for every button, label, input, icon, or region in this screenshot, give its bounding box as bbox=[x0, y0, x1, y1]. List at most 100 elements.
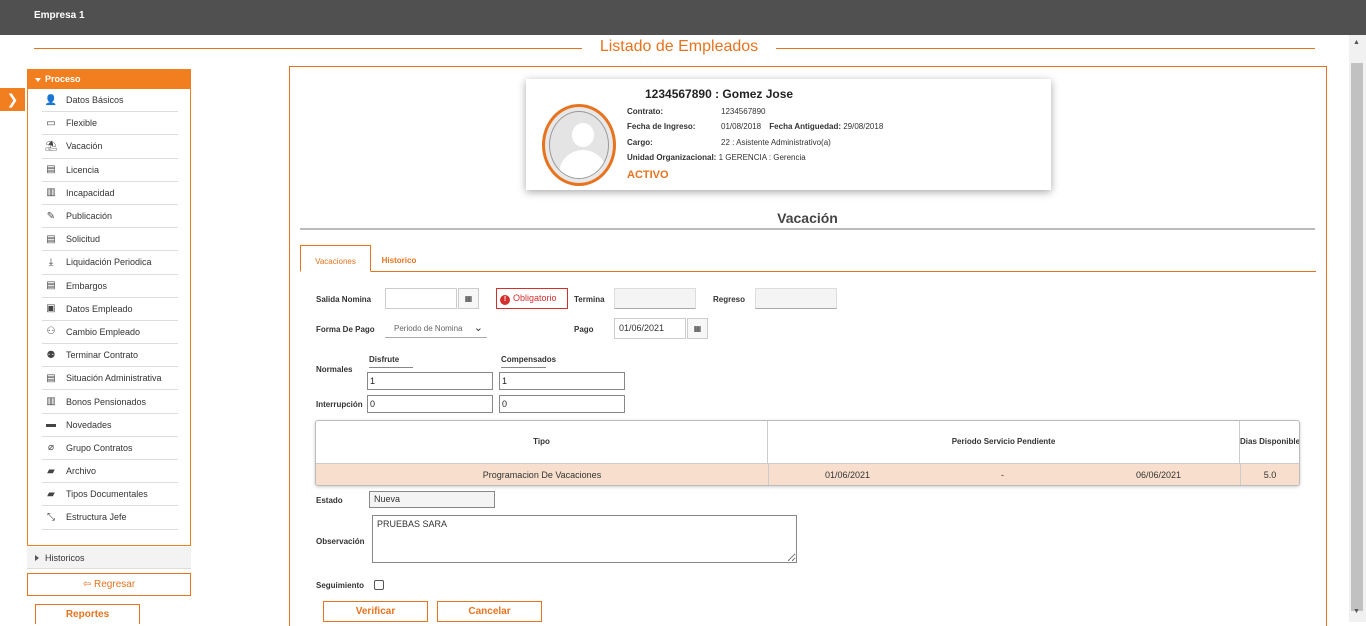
forma-pago-select[interactable]: Periodo de Nomina ⌄ bbox=[385, 319, 487, 338]
sidebar-item-label: Tipos Documentales bbox=[66, 489, 148, 500]
compress-icon: ⤡ bbox=[47, 511, 55, 523]
sidebar-item[interactable]: ▤ Licencia bbox=[42, 159, 178, 182]
scrollbar[interactable]: ▲ ▼ bbox=[1349, 35, 1366, 622]
company-name[interactable]: Empresa 1 bbox=[34, 10, 85, 21]
tab-vacaciones[interactable]: Vacaciones bbox=[300, 245, 371, 272]
heading-line-left bbox=[34, 48, 582, 49]
cancelar-button[interactable]: Cancelar bbox=[437, 601, 542, 622]
sidebar-item[interactable]: ⌀ Grupo Contratos bbox=[42, 437, 178, 460]
termina-label: Termina bbox=[574, 295, 605, 304]
regresar-button[interactable]: ⇦ Regresar bbox=[27, 573, 191, 596]
comment-icon: ▬ bbox=[46, 419, 56, 431]
antiguedad-label: Fecha Antiguedad: bbox=[769, 122, 841, 131]
grid-header-tipo: Tipo bbox=[316, 421, 768, 463]
sidebar-item-label: Datos Básicos bbox=[66, 95, 124, 106]
sidebar-item[interactable]: ▬ Novedades bbox=[42, 414, 178, 437]
pencil-icon: ✎ bbox=[46, 210, 56, 222]
list-icon: ▤ bbox=[46, 164, 56, 176]
sidebar-item-label: Bonos Pensionados bbox=[66, 396, 147, 407]
section-divider bbox=[300, 228, 1315, 230]
sidebar-item-label: Solicitud bbox=[66, 234, 101, 245]
avatar bbox=[542, 104, 616, 186]
normales-compensados-input[interactable]: 1 bbox=[499, 372, 625, 390]
alert-icon: ! bbox=[500, 295, 510, 305]
sidebar-item-label: Archivo bbox=[66, 466, 97, 477]
estado-field: Nueva bbox=[369, 491, 495, 508]
sidebar-toggle-button[interactable]: ❯ bbox=[0, 88, 25, 111]
salida-nomina-label: Salida Nomina bbox=[316, 295, 372, 304]
employee-card: 1234567890 : Gomez Jose Contrato: 1234567… bbox=[526, 79, 1051, 190]
scroll-up-icon[interactable]: ▲ bbox=[1353, 39, 1360, 46]
scrollbar-thumb[interactable] bbox=[1351, 63, 1363, 611]
interrupcion-disfrute-input[interactable]: 0 bbox=[367, 395, 493, 413]
normales-disfrute-input[interactable]: 1 bbox=[367, 372, 493, 390]
sidebar-item[interactable]: ✎ Publicación bbox=[42, 205, 178, 229]
normales-label: Normales bbox=[316, 365, 353, 374]
reportes-button[interactable]: Reportes bbox=[35, 604, 140, 624]
page-title: Listado de Empleados bbox=[599, 38, 759, 55]
avatar-placeholder-icon bbox=[549, 111, 609, 179]
sidebar-item[interactable]: ▭ Flexible bbox=[42, 112, 178, 136]
sidebar: Proceso 👤 Datos Básicos ▭ Flexible ⛱ Vacación… bbox=[27, 69, 191, 596]
paperclip-icon: ⌀ bbox=[47, 442, 55, 454]
calendar-icon[interactable]: ▦ bbox=[687, 318, 708, 339]
grid-cell-hasta: 06/06/2021 bbox=[1136, 470, 1182, 480]
sidebar-item[interactable]: ▤ Solicitud bbox=[42, 228, 178, 252]
sidebar-item-label: Estructura Jefe bbox=[66, 512, 127, 523]
observacion-textarea[interactable]: PRUEBAS SARA bbox=[372, 515, 797, 563]
termina-field bbox=[614, 288, 696, 309]
sidebar-item[interactable]: ▰ Tipos Documentales bbox=[42, 483, 178, 507]
sidebar-item-label: Licencia bbox=[66, 164, 100, 175]
folder-open-icon: ▰ bbox=[47, 465, 55, 477]
disfrute-header: Disfrute bbox=[369, 355, 413, 368]
tab-historico[interactable]: Historico bbox=[372, 245, 426, 272]
obligatorio-badge: ! Obligatorio bbox=[496, 288, 568, 309]
sidebar-item[interactable]: ▥ Incapacidad bbox=[42, 182, 178, 205]
sidebar-item[interactable]: ⚉ Terminar Contrato bbox=[42, 344, 178, 368]
sidebar-item-label: Publicación bbox=[66, 211, 113, 222]
sidebar-item[interactable]: ▣ Datos Empleado bbox=[42, 298, 178, 321]
chevron-down-icon: ⌄ bbox=[473, 322, 483, 334]
seguimiento-checkbox[interactable] bbox=[374, 580, 384, 590]
obligatorio-text: Obligatorio bbox=[513, 293, 557, 303]
historicos-menu[interactable]: Historicos bbox=[27, 547, 191, 569]
interrupcion-compensados-input[interactable]: 0 bbox=[499, 395, 625, 413]
employee-title: 1234567890 : Gomez Jose bbox=[645, 87, 794, 101]
download-icon: ⤓ bbox=[48, 256, 54, 268]
pago-label: Pago bbox=[574, 325, 594, 334]
observacion-label: Observación bbox=[316, 537, 365, 546]
salida-nomina-input[interactable] bbox=[385, 288, 457, 309]
calendar-icon[interactable]: ▦ bbox=[458, 288, 479, 309]
user-icon: 👤 bbox=[44, 94, 58, 106]
grid-cell-separator: - bbox=[1001, 470, 1004, 480]
cargo-row: Cargo: 22 : Asistente Administrativo(a) bbox=[627, 138, 831, 147]
verificar-button[interactable]: Verificar bbox=[323, 601, 428, 622]
sidebar-item[interactable]: ▤ Situación Administrativa bbox=[42, 367, 178, 391]
sidebar-item[interactable]: ▰ Archivo bbox=[42, 460, 178, 484]
sidebar-item[interactable]: ⤓ Liquidación Periodica bbox=[42, 251, 178, 275]
pago-date-input[interactable]: 01/06/2021 bbox=[614, 318, 686, 339]
sidebar-item-label: Incapacidad bbox=[66, 187, 115, 198]
user-remove-icon: ⚉ bbox=[46, 349, 56, 361]
regreso-field bbox=[755, 288, 837, 309]
forma-pago-label: Forma De Pago bbox=[316, 325, 375, 334]
sidebar-item[interactable]: ▥ Bonos Pensionados bbox=[42, 390, 178, 414]
cargo-value: 22 : Asistente Administrativo(a) bbox=[721, 138, 831, 147]
menu-items: 👤 Datos Básicos ▭ Flexible ⛱ Vacación ▤ Licenci… bbox=[28, 89, 190, 530]
sidebar-item[interactable]: 👤 Datos Básicos bbox=[42, 89, 178, 113]
sidebar-item[interactable]: ⚇ Cambio Empleado bbox=[42, 321, 178, 345]
sidebar-item[interactable]: ⤡ Estructura Jefe bbox=[42, 506, 178, 530]
unidad-value: 1 GERENCIA : Gerencia bbox=[718, 153, 806, 162]
chevron-right-icon: ❯ bbox=[6, 91, 19, 107]
beach-chair-icon: ⛱ bbox=[44, 140, 58, 152]
ingreso-row: Fecha de Ingreso: 01/08/2018 Fecha Antigu… bbox=[627, 122, 883, 131]
sidebar-item[interactable]: ⛱ Vacación bbox=[42, 135, 178, 159]
sidebar-item[interactable]: ▤ Embargos bbox=[42, 275, 178, 298]
process-menu-header[interactable]: Proceso bbox=[28, 70, 190, 89]
table-row[interactable]: Programacion De Vacaciones 01/06/2021 - … bbox=[316, 463, 1299, 485]
top-bar: Empresa 1 bbox=[0, 0, 1366, 35]
contrato-row: Contrato: 1234567890 bbox=[627, 107, 766, 116]
contrato-label: Contrato: bbox=[627, 107, 663, 116]
sidebar-item-label: Terminar Contrato bbox=[66, 350, 139, 361]
scroll-down-icon[interactable]: ▼ bbox=[1353, 608, 1360, 615]
